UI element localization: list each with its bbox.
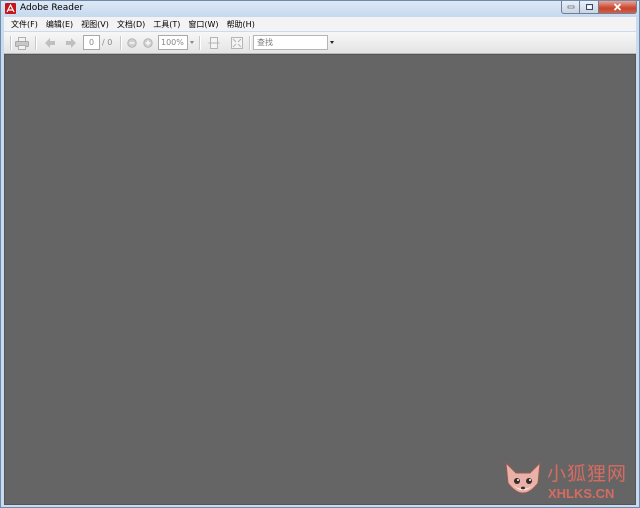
menu-help[interactable]: 帮助(H)	[223, 19, 259, 30]
arrow-left-icon	[45, 38, 55, 48]
fit-width-button[interactable]	[206, 35, 222, 51]
close-icon	[613, 3, 622, 11]
watermark-chinese-text: 小狐狸网	[547, 463, 628, 485]
app-window: Adobe Reader 文件(F) 编辑(E) 视图(V) 文档(D) 工具(…	[0, 0, 640, 508]
maximize-button[interactable]	[580, 1, 599, 14]
full-screen-button[interactable]	[229, 35, 245, 51]
menu-tools[interactable]: 工具(T)	[149, 19, 184, 30]
title-bar[interactable]: Adobe Reader	[1, 1, 639, 17]
page-number-input[interactable]: 0	[83, 35, 100, 50]
toolbar-separator	[199, 36, 200, 50]
toolbar-separator	[249, 36, 250, 50]
document-viewer[interactable]	[4, 54, 636, 505]
menu-document[interactable]: 文档(D)	[113, 19, 149, 30]
zoom-in-icon	[143, 38, 153, 48]
menu-file[interactable]: 文件(F)	[7, 19, 42, 30]
menu-edit[interactable]: 编辑(E)	[42, 19, 77, 30]
print-button[interactable]	[13, 35, 31, 51]
window-title: Adobe Reader	[20, 3, 84, 13]
toolbar-separator	[35, 36, 36, 50]
full-screen-icon	[231, 37, 243, 49]
arrow-right-icon	[66, 38, 76, 48]
next-page-button[interactable]	[63, 35, 79, 51]
toolbar: 0 / 0 100% 查找	[4, 32, 636, 54]
toolbar-separator	[10, 36, 11, 50]
page-total-label: / 0	[102, 38, 113, 47]
find-dropdown-arrow-icon[interactable]	[330, 41, 334, 44]
zoom-out-button[interactable]	[125, 35, 139, 51]
toolbar-separator	[120, 36, 121, 50]
minimize-icon	[567, 5, 574, 9]
watermark-domain-text: XHLKS.CN	[548, 486, 615, 501]
zoom-in-button[interactable]	[141, 35, 155, 51]
menu-window[interactable]: 窗口(W)	[184, 19, 222, 30]
find-input[interactable]: 查找	[253, 35, 328, 50]
printer-icon	[15, 36, 29, 50]
minimize-button[interactable]	[561, 1, 580, 14]
fit-page-width-icon	[208, 37, 220, 49]
menu-view[interactable]: 视图(V)	[77, 19, 113, 30]
watermark: 小狐狸网 XHLKS.CN	[501, 459, 631, 503]
restore-icon	[585, 4, 593, 10]
adobe-reader-logo-icon	[5, 3, 16, 14]
menu-bar: 文件(F) 编辑(E) 视图(V) 文档(D) 工具(T) 窗口(W) 帮助(H…	[4, 17, 636, 31]
zoom-dropdown-arrow-icon[interactable]	[190, 41, 194, 44]
zoom-out-icon	[127, 38, 137, 48]
previous-page-button[interactable]	[42, 35, 58, 51]
zoom-level-input[interactable]: 100%	[158, 35, 188, 50]
fox-logo-icon	[505, 461, 541, 494]
window-controls	[561, 1, 637, 14]
close-button[interactable]	[599, 1, 637, 14]
